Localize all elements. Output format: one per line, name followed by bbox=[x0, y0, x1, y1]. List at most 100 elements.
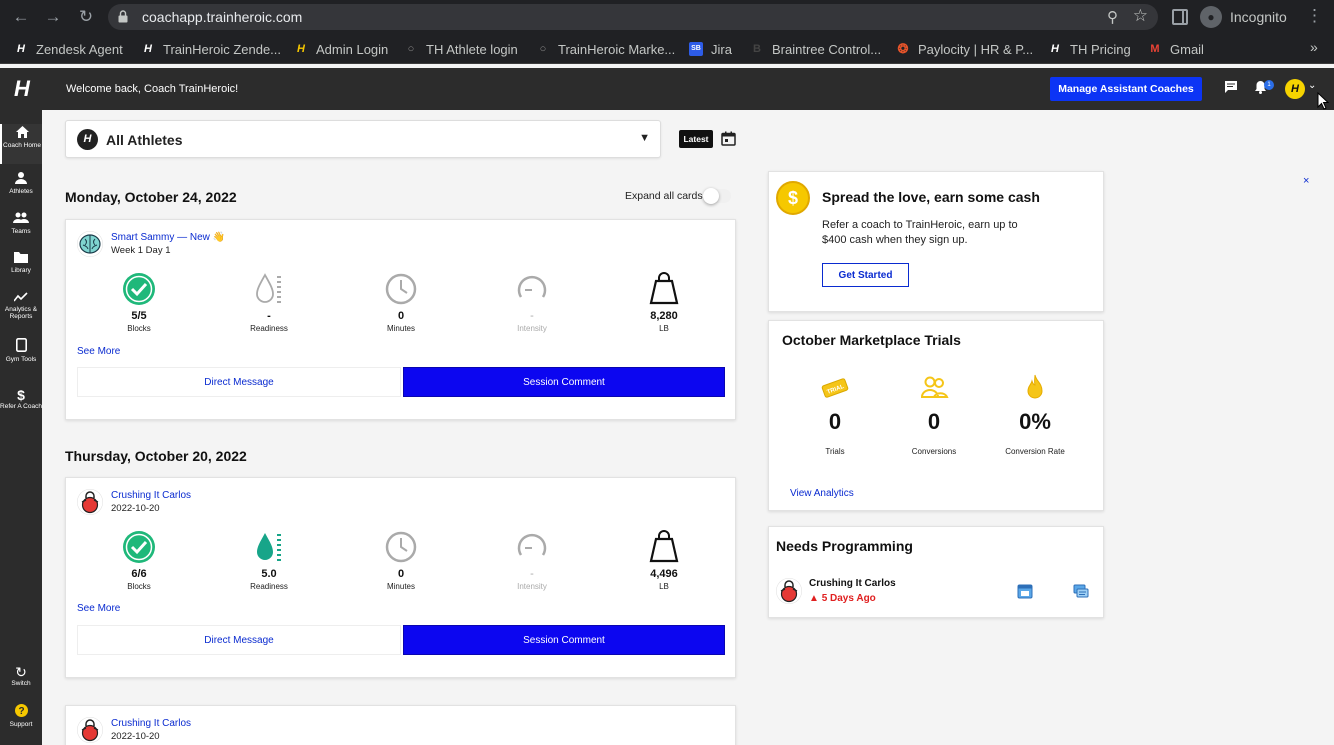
browser-menu-icon[interactable]: ⋮ bbox=[1306, 6, 1323, 26]
profile-button[interactable]: ● Incognito bbox=[1200, 5, 1287, 29]
session-comment-button[interactable]: Session Comment bbox=[403, 367, 725, 397]
kettlebell-avatar-icon[interactable] bbox=[776, 578, 802, 604]
url-text: coachapp.trainheroic.com bbox=[142, 9, 303, 25]
bookmark-item[interactable]: ❂ Paylocity | HR & P... bbox=[896, 41, 1034, 57]
day-heading: Thursday, October 20, 2022 bbox=[65, 448, 247, 464]
minutes-stat: 0 Minutes bbox=[356, 530, 446, 591]
coach-avatar[interactable]: H bbox=[1285, 79, 1305, 99]
bookmark-item[interactable]: H TrainHeroic Zende... bbox=[141, 41, 281, 57]
bookmark-item[interactable]: H Admin Login bbox=[294, 41, 388, 57]
nav-library[interactable]: Library bbox=[0, 251, 42, 274]
weight-stat: 4,496 LB bbox=[619, 530, 709, 591]
bookmark-item[interactable]: SB Jira bbox=[689, 41, 732, 57]
kettlebell-avatar-icon[interactable] bbox=[77, 717, 103, 743]
referral-description: Refer a coach to TrainHeroic, earn up to… bbox=[822, 219, 1018, 246]
folder-icon bbox=[0, 251, 42, 266]
chevron-down-icon[interactable]: ⌄ bbox=[1308, 80, 1316, 91]
conversion-rate-label: Conversion Rate bbox=[1005, 447, 1065, 456]
bookmark-item[interactable]: ○ TrainHeroic Marke... bbox=[536, 41, 676, 57]
check-circle-icon bbox=[123, 531, 155, 563]
see-more-link[interactable]: See More bbox=[77, 346, 120, 357]
gmail-icon: M bbox=[1150, 43, 1160, 55]
bookmark-label: Jira bbox=[711, 41, 732, 57]
bookmarks-overflow-icon[interactable]: » bbox=[1310, 39, 1318, 55]
calendar-icon[interactable] bbox=[721, 131, 736, 146]
left-navigation: Coach Home Athletes Teams Library Analyt… bbox=[0, 110, 42, 745]
chevron-down-icon: ▼ bbox=[639, 132, 650, 144]
trials-label: Trials bbox=[825, 447, 845, 456]
notification-badge: 1 bbox=[1264, 80, 1274, 90]
calendar-schedule-icon[interactable] bbox=[1017, 583, 1033, 599]
dollar-icon: $ bbox=[17, 387, 25, 403]
flame-icon bbox=[1027, 374, 1043, 399]
needs-programming-title: Needs Programming bbox=[776, 538, 913, 554]
bookmark-star-icon[interactable]: ☆ bbox=[1133, 6, 1148, 26]
h-logo-icon: H bbox=[144, 43, 152, 55]
bookmark-item[interactable]: B Braintree Control... bbox=[750, 41, 881, 57]
brain-avatar-icon[interactable] bbox=[77, 231, 103, 257]
athlete-name-link[interactable]: Crushing It Carlos bbox=[111, 490, 191, 501]
conversions-value: 0 bbox=[927, 409, 941, 434]
kettlebell-avatar-icon[interactable] bbox=[77, 489, 103, 515]
message-athlete-icon[interactable] bbox=[1073, 583, 1089, 599]
athlete-name-link[interactable]: Crushing It Carlos bbox=[111, 718, 191, 729]
blocks-value: 6/6 bbox=[131, 568, 147, 580]
direct-message-button[interactable]: Direct Message bbox=[77, 625, 401, 655]
direct-message-button[interactable]: Direct Message bbox=[77, 367, 401, 397]
lock-icon bbox=[118, 10, 128, 23]
nav-switch[interactable]: ↻ Switch bbox=[0, 665, 42, 687]
nav-gym-tools[interactable]: Gym Tools bbox=[0, 338, 42, 363]
side-panel-icon[interactable] bbox=[1172, 9, 1188, 25]
bookmark-label: Zendesk Agent bbox=[36, 41, 123, 57]
athlete-name-link[interactable]: Smart Sammy — New 👋 bbox=[111, 232, 225, 243]
bookmark-item[interactable]: H Zendesk Agent bbox=[14, 41, 123, 57]
bookmark-label: TrainHeroic Zende... bbox=[163, 41, 282, 57]
address-bar[interactable]: coachapp.trainheroic.com ⚲ ☆ bbox=[108, 4, 1158, 30]
ticket-icon: TRIAL bbox=[821, 378, 849, 398]
marketplace-panel: October Marketplace Trials TRIAL 0 Trial… bbox=[768, 320, 1104, 511]
expand-all-toggle[interactable] bbox=[703, 188, 731, 204]
nav-coach-home[interactable]: Coach Home bbox=[0, 124, 42, 164]
view-analytics-link[interactable]: View Analytics bbox=[790, 488, 854, 499]
bookmark-item[interactable]: M Gmail bbox=[1148, 41, 1204, 57]
readiness-label: Readiness bbox=[250, 324, 288, 333]
blocks-stat: 6/6 Blocks bbox=[94, 530, 184, 591]
nav-teams[interactable]: Teams bbox=[0, 212, 42, 235]
globe-icon: ○ bbox=[407, 43, 415, 55]
athlete-filter-select[interactable]: H All Athletes ▼ bbox=[65, 120, 661, 158]
expand-all-label: Expand all cards bbox=[625, 190, 703, 202]
svg-text:?: ? bbox=[18, 706, 24, 717]
conversion-rate-stat: 0% Conversion Rate bbox=[985, 373, 1085, 456]
welcome-text: Welcome back, Coach TrainHeroic! bbox=[66, 83, 239, 95]
gauge-icon bbox=[517, 275, 547, 298]
intensity-stat: - Intensity bbox=[487, 530, 577, 591]
manage-assistant-coaches-button[interactable]: Manage Assistant Coaches bbox=[1050, 77, 1202, 101]
needs-programming-athlete[interactable]: Crushing It Carlos bbox=[809, 578, 896, 589]
nav-support[interactable]: ? Support bbox=[0, 704, 42, 728]
bookmark-label: TrainHeroic Marke... bbox=[558, 41, 676, 57]
nav-refer-a-coach[interactable]: $ Refer A Coach bbox=[0, 388, 42, 410]
chat-icon[interactable] bbox=[1224, 80, 1238, 96]
warning-icon: ▲ bbox=[809, 593, 819, 604]
trainheroic-logo-icon[interactable]: H bbox=[10, 77, 34, 101]
kettlebell-weight-icon bbox=[649, 530, 679, 563]
kettlebell-weight-icon bbox=[649, 272, 679, 305]
back-arrow-icon[interactable]: ← bbox=[10, 6, 32, 28]
bookmark-item[interactable]: ○ TH Athlete login bbox=[404, 41, 518, 57]
close-icon[interactable]: × bbox=[1303, 175, 1309, 187]
get-started-button[interactable]: Get Started bbox=[822, 263, 909, 287]
nav-athletes[interactable]: Athletes bbox=[0, 172, 42, 195]
see-more-link[interactable]: See More bbox=[77, 603, 120, 614]
reload-icon[interactable]: ↻ bbox=[75, 6, 97, 28]
nav-analytics[interactable]: Analytics & Reports bbox=[0, 291, 42, 320]
latest-button[interactable]: Latest bbox=[679, 130, 713, 148]
zoom-icon[interactable]: ⚲ bbox=[1107, 8, 1118, 26]
referral-panel: $ Spread the love, earn some cash Refer … bbox=[768, 171, 1104, 312]
minutes-label: Minutes bbox=[386, 324, 415, 333]
tablet-icon bbox=[0, 338, 42, 355]
forward-arrow-icon[interactable]: → bbox=[42, 6, 64, 28]
blocks-label: Blocks bbox=[127, 324, 151, 333]
session-comment-button[interactable]: Session Comment bbox=[403, 625, 725, 655]
bookmark-item[interactable]: H TH Pricing bbox=[1048, 41, 1131, 57]
nav-label: Analytics & Reports bbox=[4, 306, 38, 320]
